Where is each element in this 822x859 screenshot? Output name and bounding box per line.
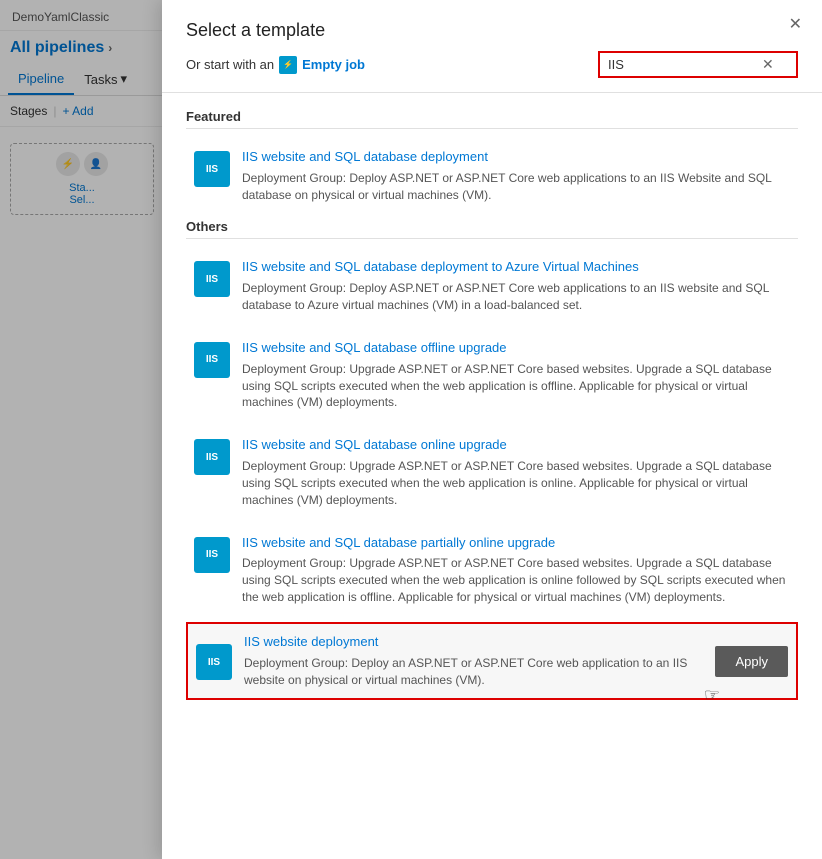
selected-template-content: IIS website deployment Deployment Group:…	[244, 634, 695, 688]
template-desc: Deployment Group: Deploy ASP.NET or ASP.…	[242, 170, 790, 204]
modal-header: Select a template Or start with an ⚡ Emp…	[162, 0, 822, 93]
template-name: IIS website and SQL database deployment	[242, 149, 790, 166]
template-desc: Deployment Group: Upgrade ASP.NET or ASP…	[242, 458, 790, 508]
search-box: ✕	[598, 51, 798, 78]
search-input[interactable]	[608, 57, 758, 72]
template-content: IIS website and SQL database deployment …	[242, 259, 790, 313]
empty-job-icon: ⚡	[279, 56, 297, 74]
list-item[interactable]: IIS IIS website and SQL database deploym…	[186, 139, 798, 213]
template-content: IIS website and SQL database offline upg…	[242, 340, 790, 411]
template-badge: IIS	[194, 537, 230, 573]
template-desc: Deployment Group: Deploy ASP.NET or ASP.…	[242, 280, 790, 314]
subtitle-text: Or start with an	[186, 57, 274, 72]
selected-template-name: IIS website deployment	[244, 634, 695, 651]
template-badge: IIS	[194, 342, 230, 378]
apply-button[interactable]: Apply	[715, 646, 788, 677]
template-desc: Deployment Group: Upgrade ASP.NET or ASP…	[242, 555, 790, 605]
template-name: IIS website and SQL database online upgr…	[242, 437, 790, 454]
modal-subtitle-row: Or start with an ⚡ Empty job ✕	[186, 51, 798, 92]
section-featured: Featured	[186, 109, 798, 129]
template-name: IIS website and SQL database deployment …	[242, 259, 790, 276]
template-desc: Deployment Group: Upgrade ASP.NET or ASP…	[242, 361, 790, 411]
cursor-icon: ☞	[704, 685, 720, 706]
template-content: IIS website and SQL database partially o…	[242, 535, 790, 606]
template-content: IIS website and SQL database online upgr…	[242, 437, 790, 508]
list-item[interactable]: IIS IIS website and SQL database partial…	[186, 525, 798, 616]
list-item[interactable]: IIS IIS website and SQL database deploym…	[186, 249, 798, 323]
list-item[interactable]: IIS IIS website and SQL database online …	[186, 427, 798, 518]
selected-template-badge: IIS	[196, 644, 232, 680]
template-badge: IIS	[194, 151, 230, 187]
template-name: IIS website and SQL database offline upg…	[242, 340, 790, 357]
modal-panel: ✕ Select a template Or start with an ⚡ E…	[162, 0, 822, 859]
template-content: IIS website and SQL database deployment …	[242, 149, 790, 203]
modal-close-button[interactable]: ✕	[781, 10, 810, 38]
section-others: Others	[186, 219, 798, 239]
search-clear-button[interactable]: ✕	[762, 56, 774, 73]
list-item[interactable]: IIS IIS website and SQL database offline…	[186, 330, 798, 421]
selected-template-desc: Deployment Group: Deploy an ASP.NET or A…	[244, 655, 695, 689]
template-badge: IIS	[194, 261, 230, 297]
modal-body: Featured IIS IIS website and SQL databas…	[162, 93, 822, 859]
template-badge: IIS	[194, 439, 230, 475]
empty-job-row: Or start with an ⚡ Empty job	[186, 56, 365, 74]
selected-template-item[interactable]: IIS IIS website deployment Deployment Gr…	[186, 622, 798, 700]
template-name: IIS website and SQL database partially o…	[242, 535, 790, 552]
empty-job-link-text[interactable]: Empty job	[302, 57, 365, 72]
modal-title: Select a template	[186, 20, 798, 41]
